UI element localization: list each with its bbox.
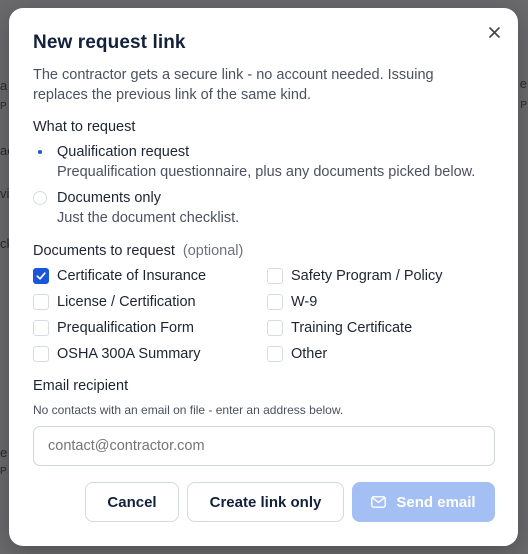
checkbox-label: Prequalification Form: [57, 320, 194, 336]
new-request-link-dialog: New request link The contractor gets a s…: [9, 8, 518, 546]
checkbox-training-certificate[interactable]: Training Certificate: [267, 320, 487, 338]
checkbox-icon[interactable]: [267, 346, 283, 362]
checkbox-label: W-9: [291, 294, 318, 310]
close-icon: [488, 26, 500, 38]
checkbox-label: License / Certification: [57, 294, 196, 310]
checkbox-icon[interactable]: [33, 346, 49, 362]
checkbox-license-certification[interactable]: License / Certification: [33, 294, 253, 312]
email-helper-text: No contacts with an email on file - ente…: [33, 403, 344, 417]
checkbox-icon[interactable]: [267, 268, 283, 284]
checkbox-label: Safety Program / Policy: [291, 268, 443, 284]
checkbox-w9[interactable]: W-9: [267, 294, 487, 312]
checkbox-other[interactable]: Other: [267, 346, 487, 364]
checkbox-prequalification-form[interactable]: Prequalification Form: [33, 320, 253, 338]
close-button[interactable]: [485, 23, 503, 41]
optional-hint: (optional): [182, 243, 244, 259]
documents-to-request-label: Documents to request (optional): [33, 243, 243, 259]
checkbox-icon[interactable]: [267, 294, 283, 310]
create-link-only-button[interactable]: Create link only: [187, 482, 344, 522]
background-text: a: [0, 78, 8, 93]
radio-selected-icon[interactable]: [33, 145, 47, 159]
checkbox-checked-icon[interactable]: [33, 268, 49, 284]
send-email-label: Send email: [396, 493, 476, 511]
radio-unselected-icon[interactable]: [33, 191, 47, 205]
radio-qualification-request[interactable]: Qualification request Prequalification q…: [33, 144, 503, 184]
background-text: vi: [0, 186, 10, 201]
checkbox-label: Certificate of Insurance: [57, 268, 207, 284]
checkbox-label: Training Certificate: [291, 320, 413, 336]
mail-icon: [371, 496, 387, 508]
documents-label-text: Documents to request: [33, 243, 175, 259]
checkbox-label: OSHA 300A Summary: [57, 346, 201, 362]
checkbox-icon[interactable]: [33, 320, 49, 336]
send-email-button[interactable]: Send email: [352, 482, 495, 522]
dialog-title: New request link: [33, 32, 186, 53]
checkbox-certificate-of-insurance[interactable]: Certificate of Insurance: [33, 268, 253, 286]
dialog-intro: The contractor gets a secure link - no a…: [33, 67, 434, 103]
radio-label: Documents only: [57, 190, 161, 206]
cancel-button[interactable]: Cancel: [85, 482, 179, 522]
checkbox-label: Other: [291, 346, 328, 362]
radio-description: Just the document checklist.: [57, 210, 240, 226]
background-text: P: [520, 100, 527, 111]
checkbox-safety-program-policy[interactable]: Safety Program / Policy: [267, 268, 487, 286]
background-text: P: [0, 466, 7, 477]
background-text: e: [0, 445, 8, 460]
background-text: e: [519, 76, 527, 91]
background-text: P: [0, 101, 7, 112]
checkbox-icon[interactable]: [267, 320, 283, 336]
what-to-request-label: What to request: [33, 119, 136, 135]
checkbox-icon[interactable]: [33, 294, 49, 310]
checkbox-osha-300a-summary[interactable]: OSHA 300A Summary: [33, 346, 253, 364]
email-recipient-label: Email recipient: [33, 378, 129, 394]
radio-description: Prequalification questionnaire, plus any…: [57, 164, 476, 180]
radio-label: Qualification request: [57, 144, 190, 160]
radio-documents-only[interactable]: Documents only Just the document checkli…: [33, 190, 503, 230]
email-input[interactable]: [33, 426, 495, 466]
